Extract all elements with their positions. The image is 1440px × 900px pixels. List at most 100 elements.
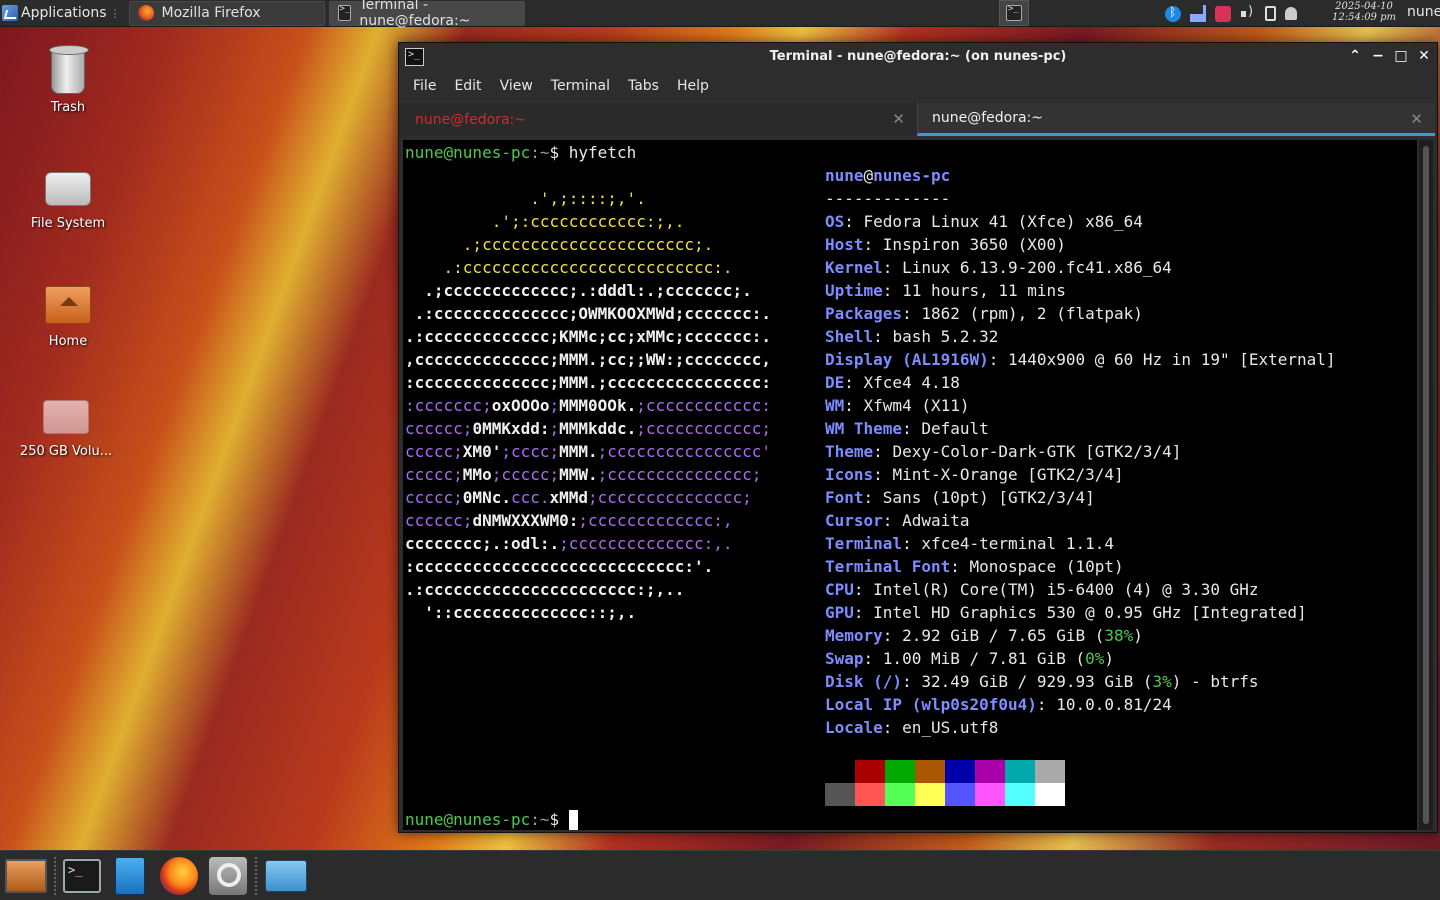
menu-terminal[interactable]: Terminal bbox=[551, 78, 610, 94]
ascii-art-segment: ;ccccccccccccccc; bbox=[588, 488, 752, 507]
command-text: hyfetch bbox=[568, 143, 637, 162]
info-key: Shell bbox=[825, 327, 874, 346]
info-key: Icons bbox=[825, 465, 874, 484]
palette-swatch bbox=[975, 783, 1005, 806]
dock-file-manager[interactable] bbox=[110, 855, 150, 897]
applications-menu-button[interactable]: Applications ⋮ bbox=[0, 0, 125, 27]
menu-tabs[interactable]: Tabs bbox=[628, 78, 659, 94]
usb-drive-icon bbox=[43, 400, 89, 434]
user-menu[interactable]: nune bbox=[1407, 4, 1440, 20]
maximize-button[interactable]: □ bbox=[1394, 47, 1408, 65]
close-button[interactable]: ✕ bbox=[1417, 47, 1431, 65]
ascii-art-segment: xMMd bbox=[549, 488, 589, 507]
volume-icon[interactable] bbox=[1240, 4, 1256, 22]
ascii-art-line: .;ccccccccccccc;.:dddl:.;ccccccc;. bbox=[405, 279, 752, 302]
info-value: Dexy-Color-Dark-GTK [GTK2/3/4] bbox=[892, 442, 1182, 461]
ascii-art-segment: .:ccccccccccccc;KMMc;cc;xMMc;ccccccc:. bbox=[405, 327, 772, 346]
palette-swatch bbox=[915, 783, 945, 806]
firefox-icon bbox=[137, 5, 154, 21]
ascii-art-segment: ;ccccccccccccccc; bbox=[597, 465, 762, 484]
dock-separator bbox=[54, 857, 56, 895]
ascii-art-segment: MMMkddc. bbox=[559, 419, 637, 438]
info-key: Host bbox=[825, 235, 864, 254]
info-colon: : bbox=[853, 603, 874, 622]
info-key: Theme bbox=[825, 442, 874, 461]
info-header-at: @ bbox=[863, 166, 874, 185]
info-key: Swap bbox=[825, 649, 864, 668]
info-row: Icons: Mint-X-Orange [GTK2/3/4] bbox=[825, 463, 1124, 486]
minimize-button[interactable]: − bbox=[1371, 47, 1385, 65]
ascii-art-line: ,cccccccccccccc;MMM.;cc;;WW:;cccccccc, bbox=[405, 348, 771, 371]
desktop-icon-home[interactable]: Home bbox=[18, 282, 118, 349]
package-updates-icon[interactable] bbox=[1215, 5, 1231, 22]
menu-view[interactable]: View bbox=[500, 78, 533, 94]
info-value: Xfce4 4.18 bbox=[863, 373, 960, 392]
network-signal-icon[interactable] bbox=[1190, 4, 1206, 22]
tab-close-icon[interactable]: ✕ bbox=[1410, 110, 1423, 128]
window-titlebar[interactable]: Terminal - nune@fedora:~ (on nunes-pc) ⌃… bbox=[399, 43, 1437, 72]
scrollbar-thumb[interactable] bbox=[1423, 146, 1429, 824]
info-colon: : bbox=[844, 373, 864, 392]
bottom-dock bbox=[0, 850, 1440, 900]
dock-firefox[interactable] bbox=[157, 855, 201, 897]
info-header-host: nunes-pc bbox=[873, 166, 951, 185]
info-value: 2.92 GiB / 7.65 GiB ( bbox=[902, 626, 1105, 645]
terminal-output[interactable]: nune@nunes-pc:~$ hyfetch nune@nunes-pc -… bbox=[403, 140, 1417, 830]
info-row: OS: Fedora Linux 41 (Xfce) x86_64 bbox=[825, 210, 1143, 233]
desktop-icon-file-system[interactable]: File System bbox=[18, 166, 118, 231]
dock-terminal[interactable] bbox=[60, 855, 104, 897]
palette-swatch bbox=[885, 760, 915, 783]
info-colon: : bbox=[882, 281, 903, 300]
search-icon bbox=[209, 857, 247, 895]
palette-swatch bbox=[1035, 760, 1065, 783]
info-value: Mint-X-Orange [GTK2/3/4] bbox=[892, 465, 1124, 484]
taskbar-firefox-button[interactable]: Mozilla Firefox bbox=[128, 0, 325, 26]
bluetooth-icon[interactable] bbox=[1165, 5, 1181, 22]
tab-close-icon[interactable]: ✕ bbox=[892, 110, 905, 128]
desktop-icon-volume[interactable]: 250 GB Volu... bbox=[16, 394, 116, 459]
menu-handle-icon: ⋮ bbox=[109, 6, 121, 20]
ascii-art-segment: :cccccccccccccccccccccccccccc:'. bbox=[405, 557, 714, 576]
menu-help[interactable]: Help bbox=[677, 78, 709, 94]
dock-folder[interactable] bbox=[262, 855, 310, 897]
ascii-art-segment: ,cccccccccccccc;MMM.;cc;;WW:;cccccccc, bbox=[405, 350, 772, 369]
tab-2[interactable]: nune@fedora:~ ✕ bbox=[917, 103, 1435, 136]
ascii-art-segment: ccccc; bbox=[405, 465, 463, 484]
applications-label: Applications bbox=[21, 5, 107, 21]
window-controls: ⌃ − □ ✕ bbox=[1348, 47, 1431, 65]
shade-button[interactable]: ⌃ bbox=[1348, 47, 1362, 65]
info-key: OS bbox=[825, 212, 845, 231]
text-cursor bbox=[568, 810, 578, 830]
info-value: Intel(R) Core(TM) i5-6400 (4) @ 3.30 GHz bbox=[873, 580, 1259, 599]
info-colon: : bbox=[902, 672, 922, 691]
tab-1[interactable]: nune@fedora:~ ✕ bbox=[399, 103, 917, 136]
info-value: 1.00 MiB / 7.81 GiB ( bbox=[882, 649, 1086, 668]
tab-bar: nune@fedora:~ ✕ nune@fedora:~ ✕ bbox=[399, 103, 1437, 136]
info-key: GPU bbox=[825, 603, 854, 622]
menu-edit[interactable]: Edit bbox=[454, 78, 481, 94]
menu-file[interactable]: File bbox=[413, 78, 436, 94]
prompt-symbol: $ bbox=[549, 143, 560, 162]
info-row: Memory: 2.92 GiB / 7.65 GiB (38%) bbox=[825, 624, 1143, 647]
info-row: Cursor: Adwaita bbox=[825, 509, 970, 532]
desktop-icon-trash[interactable]: Trash bbox=[18, 45, 118, 115]
ascii-art-segment: ; bbox=[549, 396, 560, 415]
ascii-art-segment: .:cccccccccccccc;OWMKOOXMWd;ccccccc:. bbox=[405, 304, 772, 323]
workspace-terminal-button[interactable] bbox=[999, 0, 1029, 26]
notifications-bell-icon[interactable] bbox=[1285, 7, 1297, 20]
dock-app-finder[interactable] bbox=[206, 855, 250, 897]
home-folder-icon bbox=[45, 286, 91, 324]
ascii-art-segment: ;cccccccccccccccc' bbox=[597, 442, 772, 461]
info-value: 1440x900 @ 60 Hz in 19" [External] bbox=[1008, 350, 1336, 369]
dock-show-desktop[interactable] bbox=[3, 855, 49, 897]
ascii-art-segment: MMM0OOk. bbox=[559, 396, 637, 415]
palette-swatch bbox=[885, 783, 915, 806]
ascii-art-line: .:ccccccccccccc;KMMc;cc;xMMc;ccccccc:. bbox=[405, 325, 771, 348]
panel-clock[interactable]: 2025-04-10 12:54:09 pm bbox=[1328, 1, 1400, 23]
ascii-art-segment: .';:cccccccccccc:;,. bbox=[405, 212, 685, 231]
battery-icon[interactable] bbox=[1265, 6, 1276, 21]
terminal-scrollbar[interactable] bbox=[1419, 140, 1433, 830]
info-row: Uptime: 11 hours, 11 mins bbox=[825, 279, 1066, 302]
taskbar-terminal-button[interactable]: Terminal - nune@fedora:~ bbox=[328, 0, 525, 29]
prompt-user: nune@nunes-pc bbox=[405, 810, 531, 829]
